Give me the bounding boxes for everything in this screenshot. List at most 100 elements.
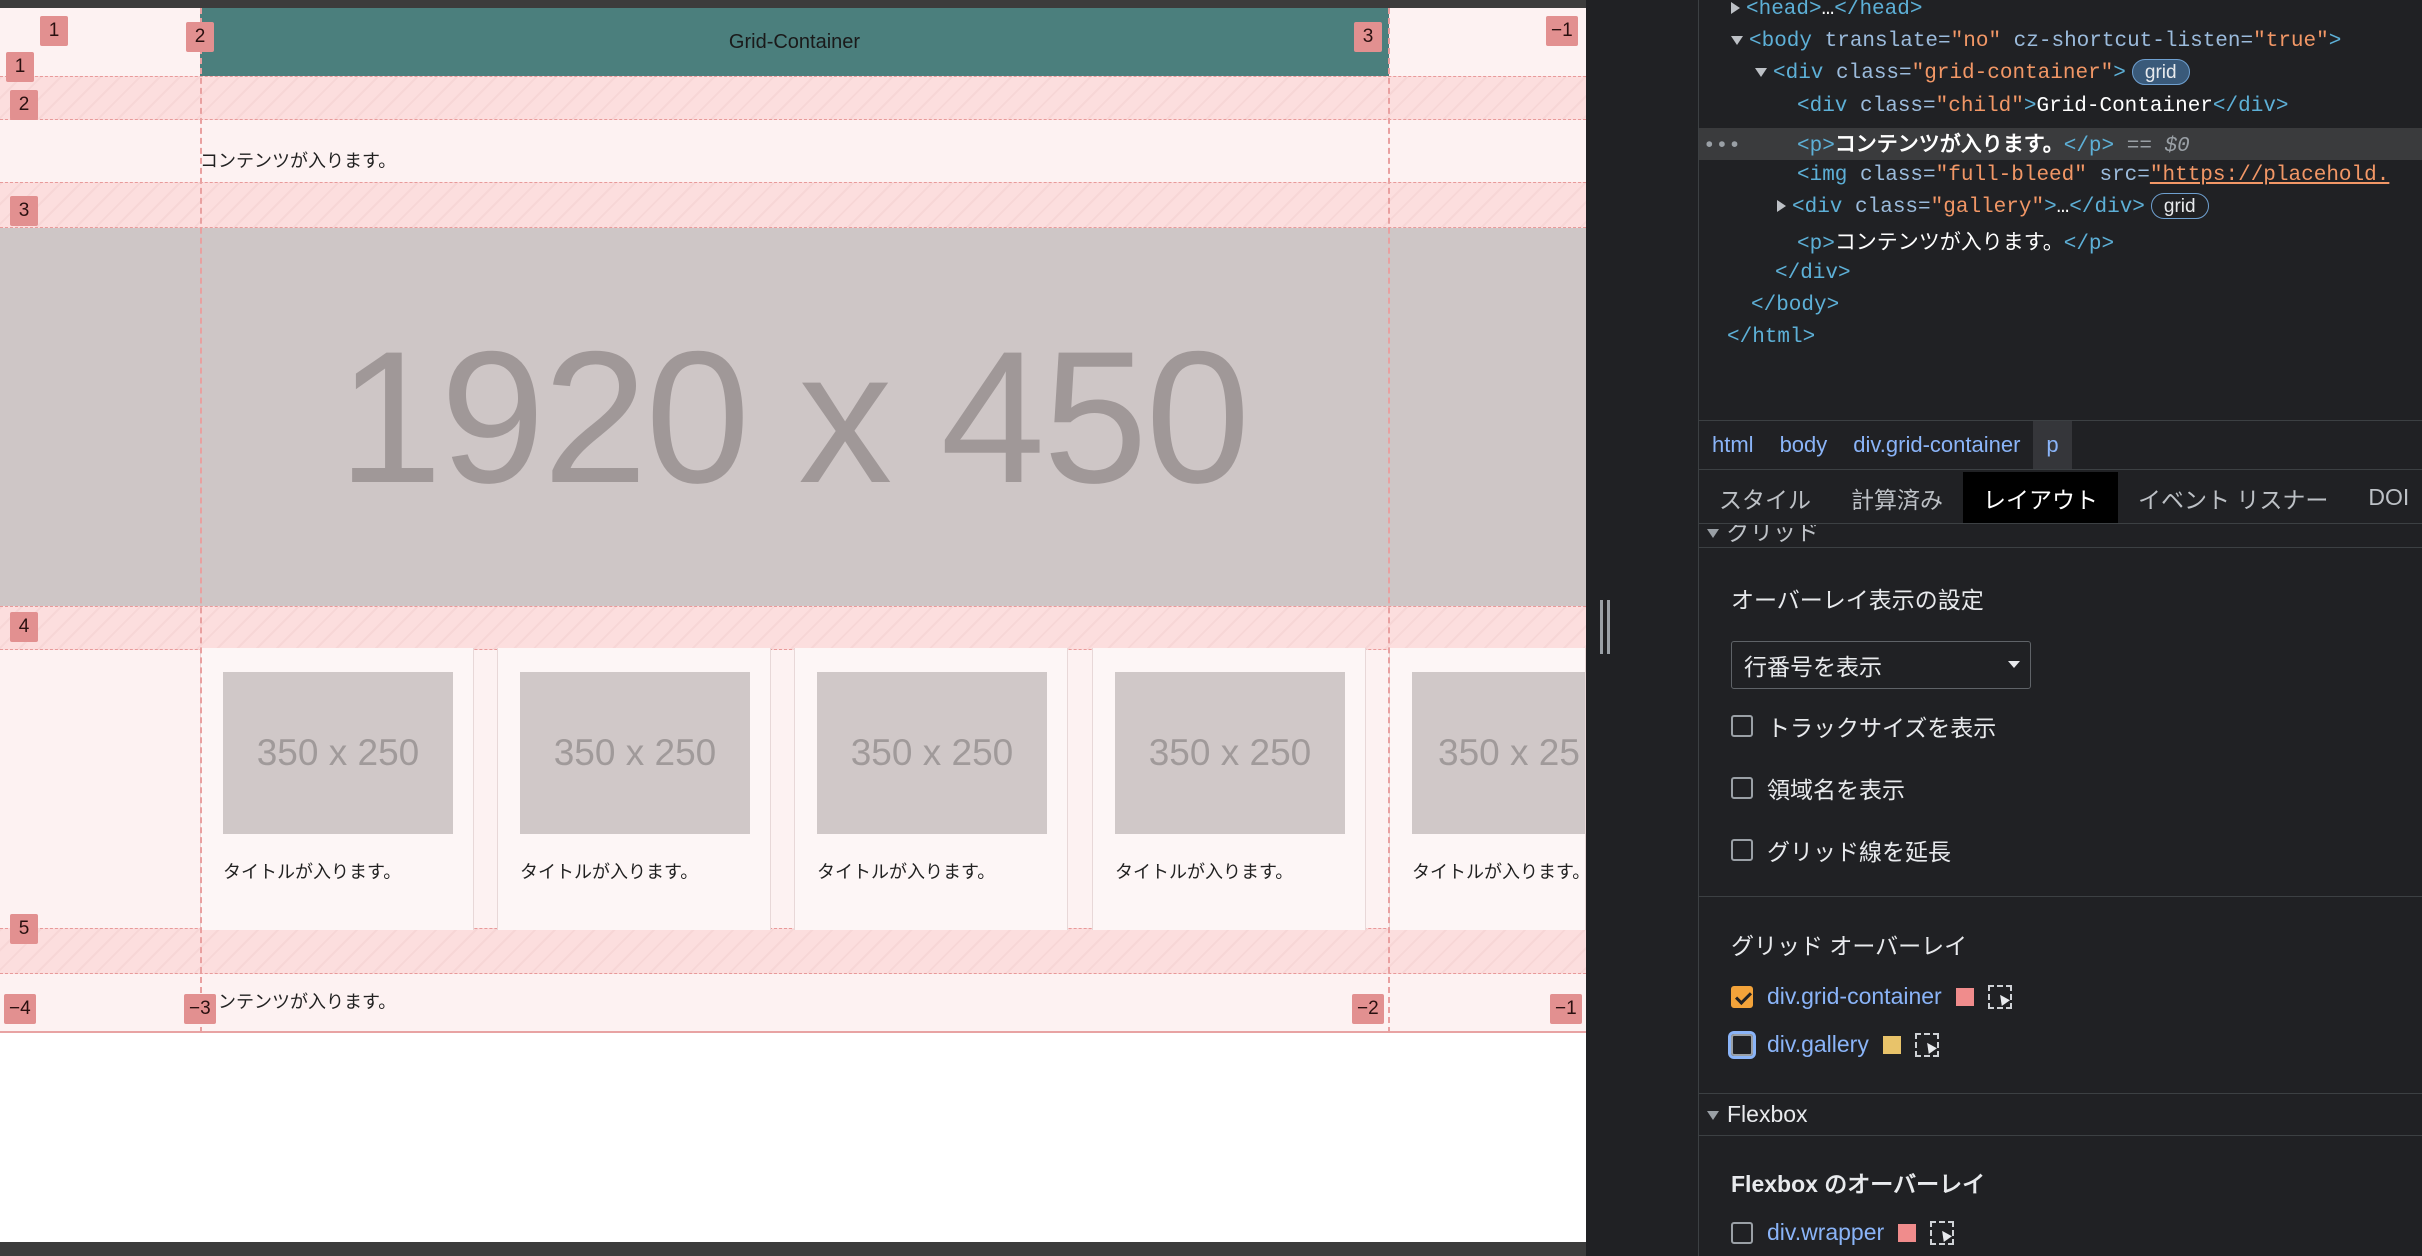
tree-node-p2[interactable]: <p>コンテンツが入ります。</p> xyxy=(1797,226,2114,258)
checkbox[interactable] xyxy=(1731,1221,1753,1244)
overlay-element-link[interactable]: div.grid-container xyxy=(1767,983,1942,1010)
overlay-label-select[interactable]: 行番号を表示 xyxy=(1731,641,2031,689)
header-text: Grid-Container xyxy=(728,30,861,53)
elements-tree: <head>…</head> <body translate="no" cz-s… xyxy=(1699,0,2422,418)
overlay-color-swatch[interactable] xyxy=(1955,987,1974,1006)
card-title: タイトルが入ります。 xyxy=(1115,862,1294,882)
src-link[interactable]: "https://placehold. xyxy=(2150,164,2389,187)
tree-node-div-end[interactable]: </div> xyxy=(1775,258,1851,290)
card-image-text: 350 x 250 xyxy=(256,732,420,773)
checkbox[interactable] xyxy=(1731,985,1753,1008)
checkbox-label: グリッド線を延長 xyxy=(1767,839,1951,865)
checkbox[interactable] xyxy=(1731,839,1753,861)
tab-layout[interactable]: レイアウト xyxy=(1963,472,2118,523)
tree-node-head[interactable]: <head>…</head> xyxy=(1731,0,1922,26)
checkbox-extend-grid-lines[interactable]: グリッド線を延長 xyxy=(1731,833,1951,867)
attr-name: class= xyxy=(1842,196,1931,219)
gallery-card: 350 x 250 タイトルが入ります。 xyxy=(794,648,1068,930)
tab-dom-breakpoints[interactable]: DOI xyxy=(2348,472,2422,523)
tree-node-body[interactable]: <body translate="no" cz-shortcut-listen=… xyxy=(1731,26,2341,58)
attr-value: "grid-container" xyxy=(1911,62,2114,85)
attr-name: translate= xyxy=(1812,30,1951,53)
grid-overlay-area: Grid-Container コンテンツが入ります。 1920 x 450 35… xyxy=(0,8,1586,1033)
tag-close: </p> xyxy=(2063,233,2115,256)
tree-node-img[interactable]: <img class="full-bleed" src="https://pla… xyxy=(1797,160,2389,192)
tree-node-body-end[interactable]: </body> xyxy=(1751,290,1839,322)
overlay-element-link[interactable]: div.gallery xyxy=(1767,1031,1869,1058)
tag-close: > xyxy=(2044,196,2057,219)
grid-column-line xyxy=(1388,8,1390,1033)
attr-value: "full-bleed" xyxy=(1935,164,2087,187)
breadcrumb-item-active[interactable]: p xyxy=(2033,421,2072,469)
breadcrumb-item[interactable]: body xyxy=(1767,421,1841,469)
grid-section-header[interactable]: グリッド xyxy=(1707,525,1819,547)
gallery-card: 350 x 250 タイトルが入ります。 xyxy=(200,648,474,930)
tree-node-child[interactable]: <div class="child">Grid-Container</div> xyxy=(1797,91,2289,123)
flexbox-section-header[interactable]: Flexbox xyxy=(1707,1101,1808,1128)
tag-end: </div> xyxy=(2212,95,2289,118)
gallery-card: 350 x 25 タイトルが入ります。 xyxy=(1389,648,1586,930)
tab-styles[interactable]: スタイル xyxy=(1699,472,1831,523)
tab-event-listeners[interactable]: イベント リスナー xyxy=(2118,472,2348,523)
viewport-bottom-edge xyxy=(0,1242,1625,1256)
grid-badge[interactable]: grid xyxy=(2131,59,2190,85)
overlay-settings-title: オーバーレイ表示の設定 xyxy=(1731,587,1984,613)
checkbox[interactable] xyxy=(1731,715,1753,737)
grid-badge[interactable]: grid xyxy=(2150,193,2209,219)
overlay-element-link[interactable]: div.wrapper xyxy=(1767,1219,1884,1246)
overlay-grid-container[interactable]: div.grid-container xyxy=(1731,983,2012,1010)
tag-open: <p> xyxy=(1797,233,1835,256)
attr-name: class= xyxy=(1847,164,1936,187)
grid-column-line xyxy=(200,8,202,1033)
tree-node-p-selected[interactable]: ••• <p>コンテンツが入ります。</p> == $0 xyxy=(1703,128,2190,160)
checkbox[interactable] xyxy=(1731,777,1753,799)
select-value: 行番号を表示 xyxy=(1744,654,1882,680)
reveal-element-icon[interactable] xyxy=(1987,984,2012,1009)
panel-resize-handle[interactable] xyxy=(1600,600,1610,654)
attr-name: class= xyxy=(1823,62,1912,85)
overlay-gallery[interactable]: div.gallery xyxy=(1731,1031,1939,1058)
divider xyxy=(1699,896,2422,897)
expand-arrow-icon[interactable] xyxy=(1731,2,1740,15)
content-paragraph: コンテンツが入ります。 xyxy=(200,151,397,171)
overlay-wrapper[interactable]: div.wrapper xyxy=(1731,1219,1955,1246)
tab-computed[interactable]: 計算済み xyxy=(1831,472,1963,523)
breadcrumb-item[interactable]: div.grid-container xyxy=(1840,421,2033,469)
breadcrumb-item[interactable]: html xyxy=(1699,421,1767,469)
checkbox-label: 領域名を表示 xyxy=(1767,777,1905,803)
flexbox-overlay-title: Flexbox のオーバーレイ xyxy=(1731,1171,1986,1197)
tag-open: <div xyxy=(1792,196,1843,219)
card-image-text: 350 x 250 xyxy=(553,732,717,773)
tag-end: </div> xyxy=(1775,262,1851,285)
reveal-element-icon[interactable] xyxy=(1914,1032,1939,1057)
tree-node-gallery[interactable]: <div class="gallery">…</div> grid xyxy=(1777,192,2209,224)
checkbox-show-area-names[interactable]: 領域名を表示 xyxy=(1731,771,1905,805)
tag-close: > xyxy=(2113,62,2126,85)
tag-open: <body xyxy=(1749,30,1813,53)
more-options-icon[interactable]: ••• xyxy=(1703,131,1797,163)
tree-node-html-end[interactable]: </html> xyxy=(1727,322,1815,354)
tag-end: </div> xyxy=(2069,196,2145,219)
checkbox[interactable] xyxy=(1731,1033,1753,1056)
tag-close: > xyxy=(2023,95,2037,118)
grid-line-number-badge: −2 xyxy=(1352,994,1384,1024)
hero-image-text: 1920 x 450 xyxy=(337,312,1250,522)
collapse-arrow-icon[interactable] xyxy=(1731,35,1743,45)
checkbox-show-track-sizes[interactable]: トラックサイズを表示 xyxy=(1731,709,1996,743)
overlay-color-swatch[interactable] xyxy=(1898,1223,1917,1242)
attr-name: cz-shortcut-listen= xyxy=(2001,30,2254,53)
card-image: 350 x 250 xyxy=(520,672,750,834)
reveal-element-icon[interactable] xyxy=(1930,1220,1955,1245)
collapse-arrow-icon[interactable] xyxy=(1755,67,1767,77)
overlay-color-swatch[interactable] xyxy=(1882,1035,1901,1054)
grid-gap-row xyxy=(0,76,1586,120)
ellipsis: … xyxy=(1821,0,1835,21)
card-image: 350 x 25 xyxy=(1412,672,1585,834)
tree-node-grid-container[interactable]: <div class="grid-container"> grid xyxy=(1755,58,2190,90)
tag-close: > xyxy=(2328,30,2342,53)
expand-arrow-icon[interactable] xyxy=(1777,200,1786,213)
tag-open: <p> xyxy=(1797,135,1835,158)
tag-open: <img xyxy=(1797,164,1848,187)
devtools-panel: <head>…</head> <body translate="no" cz-s… xyxy=(1698,0,2422,1256)
tag-end: </html> xyxy=(1727,326,1816,349)
